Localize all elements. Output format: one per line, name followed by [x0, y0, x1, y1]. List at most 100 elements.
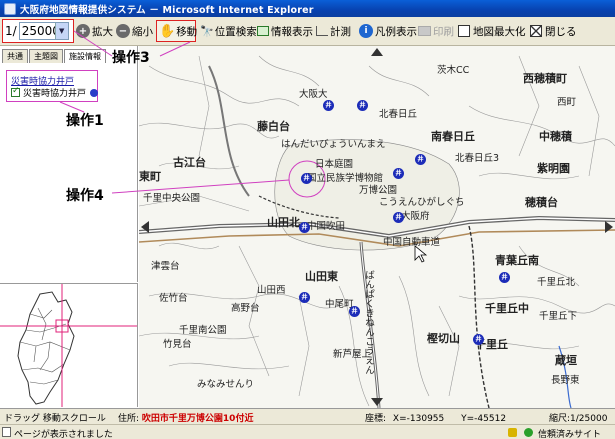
window-title: 大阪府地図情報提供システム － Microsoft Internet Explo…	[20, 4, 314, 16]
close-icon	[530, 25, 542, 37]
well-marker[interactable]: 井	[415, 154, 426, 165]
map-label: 西町	[557, 97, 577, 108]
map-label: 樫切山	[427, 332, 460, 345]
scale-select[interactable]: 25000 ▼	[18, 22, 69, 40]
map-label: 古江台	[173, 156, 206, 169]
page-icon	[2, 427, 11, 437]
map-label: 佐竹台	[159, 293, 188, 304]
zoom-in-label: 拡大	[92, 25, 113, 38]
y-label: Y=	[461, 414, 475, 424]
tab-facility[interactable]: 施設情報	[64, 49, 106, 63]
map-statusbar: ドラッグ 移動スクロール 住所: 吹田市千里万博公園10付近 座標: X=-13…	[0, 408, 615, 424]
move-button[interactable]: ✋ 移動	[156, 20, 197, 42]
plus-icon: +	[76, 24, 90, 38]
well-marker[interactable]: 井	[393, 168, 404, 179]
print-button[interactable]: 印刷	[418, 22, 454, 40]
tab-common[interactable]: 共通	[2, 49, 28, 63]
scale-status: 縮尺:1/25000	[549, 414, 608, 424]
scale-prefix: 1/	[5, 24, 17, 38]
address-label: 住所:	[118, 414, 140, 424]
well-marker[interactable]: 井	[299, 292, 310, 303]
map-label: 東町	[139, 170, 161, 183]
map-label: 千里中央公園	[143, 193, 201, 204]
map-label: 千里丘中	[485, 302, 529, 315]
map-label: 津雲台	[151, 261, 180, 272]
minus-icon: −	[116, 24, 130, 38]
map-label: 山田北	[267, 216, 300, 229]
well-marker[interactable]: 井	[393, 212, 404, 223]
window-titlebar: 大阪府地図情報提供システム － Microsoft Internet Explo…	[0, 0, 615, 17]
overview-map[interactable]	[0, 283, 138, 407]
maximize-icon	[458, 25, 470, 37]
binoculars-icon: 🔭	[200, 24, 214, 38]
layer-item-label: 災害時協力井戸	[23, 89, 87, 99]
layer-item[interactable]: 災害時協力井戸	[11, 86, 99, 99]
well-marker[interactable]: 井	[473, 334, 484, 345]
info-display-label: 情報表示	[271, 25, 313, 38]
map-label: みなみせんり	[197, 379, 255, 390]
map-label: 北春日丘3	[455, 153, 500, 164]
printer-icon	[418, 26, 431, 36]
map-roads	[139, 46, 615, 408]
map-label: 大阪大	[299, 89, 328, 100]
maximize-label: 地図最大化	[473, 25, 526, 38]
measure-label: 計測	[330, 25, 351, 38]
map-label: 日本庭園	[315, 159, 354, 170]
map-label: 藤白台	[257, 120, 290, 133]
well-marker[interactable]: 井	[301, 173, 312, 184]
maximize-map-button[interactable]: 地図最大化	[458, 22, 526, 40]
map-label: 穂積台	[525, 196, 558, 209]
measure-button[interactable]: 計測	[316, 22, 351, 40]
map-label: 竹見台	[163, 339, 192, 350]
ie-icon	[4, 2, 16, 15]
legend-button[interactable]: i 凡例表示	[359, 22, 417, 40]
info-display-button[interactable]: 情報表示	[257, 22, 313, 40]
callout-op1: 操作1	[66, 113, 104, 129]
map-label: 千里丘下	[539, 311, 578, 322]
hand-icon: ✋	[159, 23, 176, 39]
y-value: -45512	[474, 414, 507, 424]
zoom-out-button[interactable]: − 縮小	[116, 22, 153, 40]
tab-thematic[interactable]: 主題図	[29, 49, 63, 63]
x-value: -130955	[406, 414, 445, 424]
browser-statusbar: ページが表示されました 信頼済みサイト	[0, 424, 615, 439]
layer-box: 災害時協力井戸 災害時協力井戸	[6, 70, 99, 102]
map-label: 千里丘北	[537, 277, 576, 288]
well-marker[interactable]: 井	[323, 100, 334, 111]
map-label: 長野東	[551, 375, 580, 386]
map-label: 中国自動車道	[383, 237, 441, 248]
map-canvas[interactable]: 茨木CC 西穂積町 大阪大 北春日丘 藤白台 はんだいびょういんまえ 南春日丘 …	[139, 46, 615, 408]
map-label: 中穂積	[539, 130, 572, 143]
close-button[interactable]: 閉じる	[530, 22, 577, 40]
position-search-button[interactable]: 🔭 位置検索	[200, 22, 257, 40]
osaka-outline	[0, 284, 137, 407]
well-marker-icon	[90, 88, 99, 97]
coordinate-status: 座標: X=-130955 Y=-45512	[365, 411, 506, 424]
map-label: 中国吹田	[307, 221, 346, 232]
well-marker[interactable]: 井	[349, 306, 360, 317]
coord-label: 座標:	[365, 414, 387, 424]
map-label: 西穂積町	[523, 72, 567, 85]
security-zone: 信頼済みサイト	[538, 430, 602, 439]
speech-bubble-icon	[257, 26, 269, 36]
address-status: 住所: 吹田市千里万博公園10付近	[118, 411, 253, 424]
map-label: 高野台	[231, 303, 260, 314]
address-value: 吹田市千里万博公園10付近	[141, 414, 254, 424]
map-label: こうえんひがしぐち	[379, 197, 465, 208]
map-label: 紫明園	[537, 162, 570, 175]
chevron-down-icon[interactable]: ▼	[54, 23, 68, 39]
close-label: 閉じる	[545, 25, 577, 38]
well-marker[interactable]: 井	[299, 222, 310, 233]
map-label: 蔵垣	[555, 354, 577, 367]
well-marker[interactable]: 井	[499, 272, 510, 283]
print-label: 印刷	[433, 25, 454, 38]
zoom-in-button[interactable]: + 拡大	[76, 22, 113, 40]
load-status: ページが表示されました	[14, 430, 113, 439]
map-label: 南春日丘	[431, 130, 475, 143]
callout-op3: 操作3	[112, 50, 150, 66]
info-icon: i	[359, 24, 373, 38]
legend-label: 凡例表示	[375, 25, 417, 38]
layer-checkbox[interactable]	[11, 86, 20, 97]
well-marker[interactable]: 井	[357, 100, 368, 111]
trusted-zone-icon	[524, 428, 533, 437]
